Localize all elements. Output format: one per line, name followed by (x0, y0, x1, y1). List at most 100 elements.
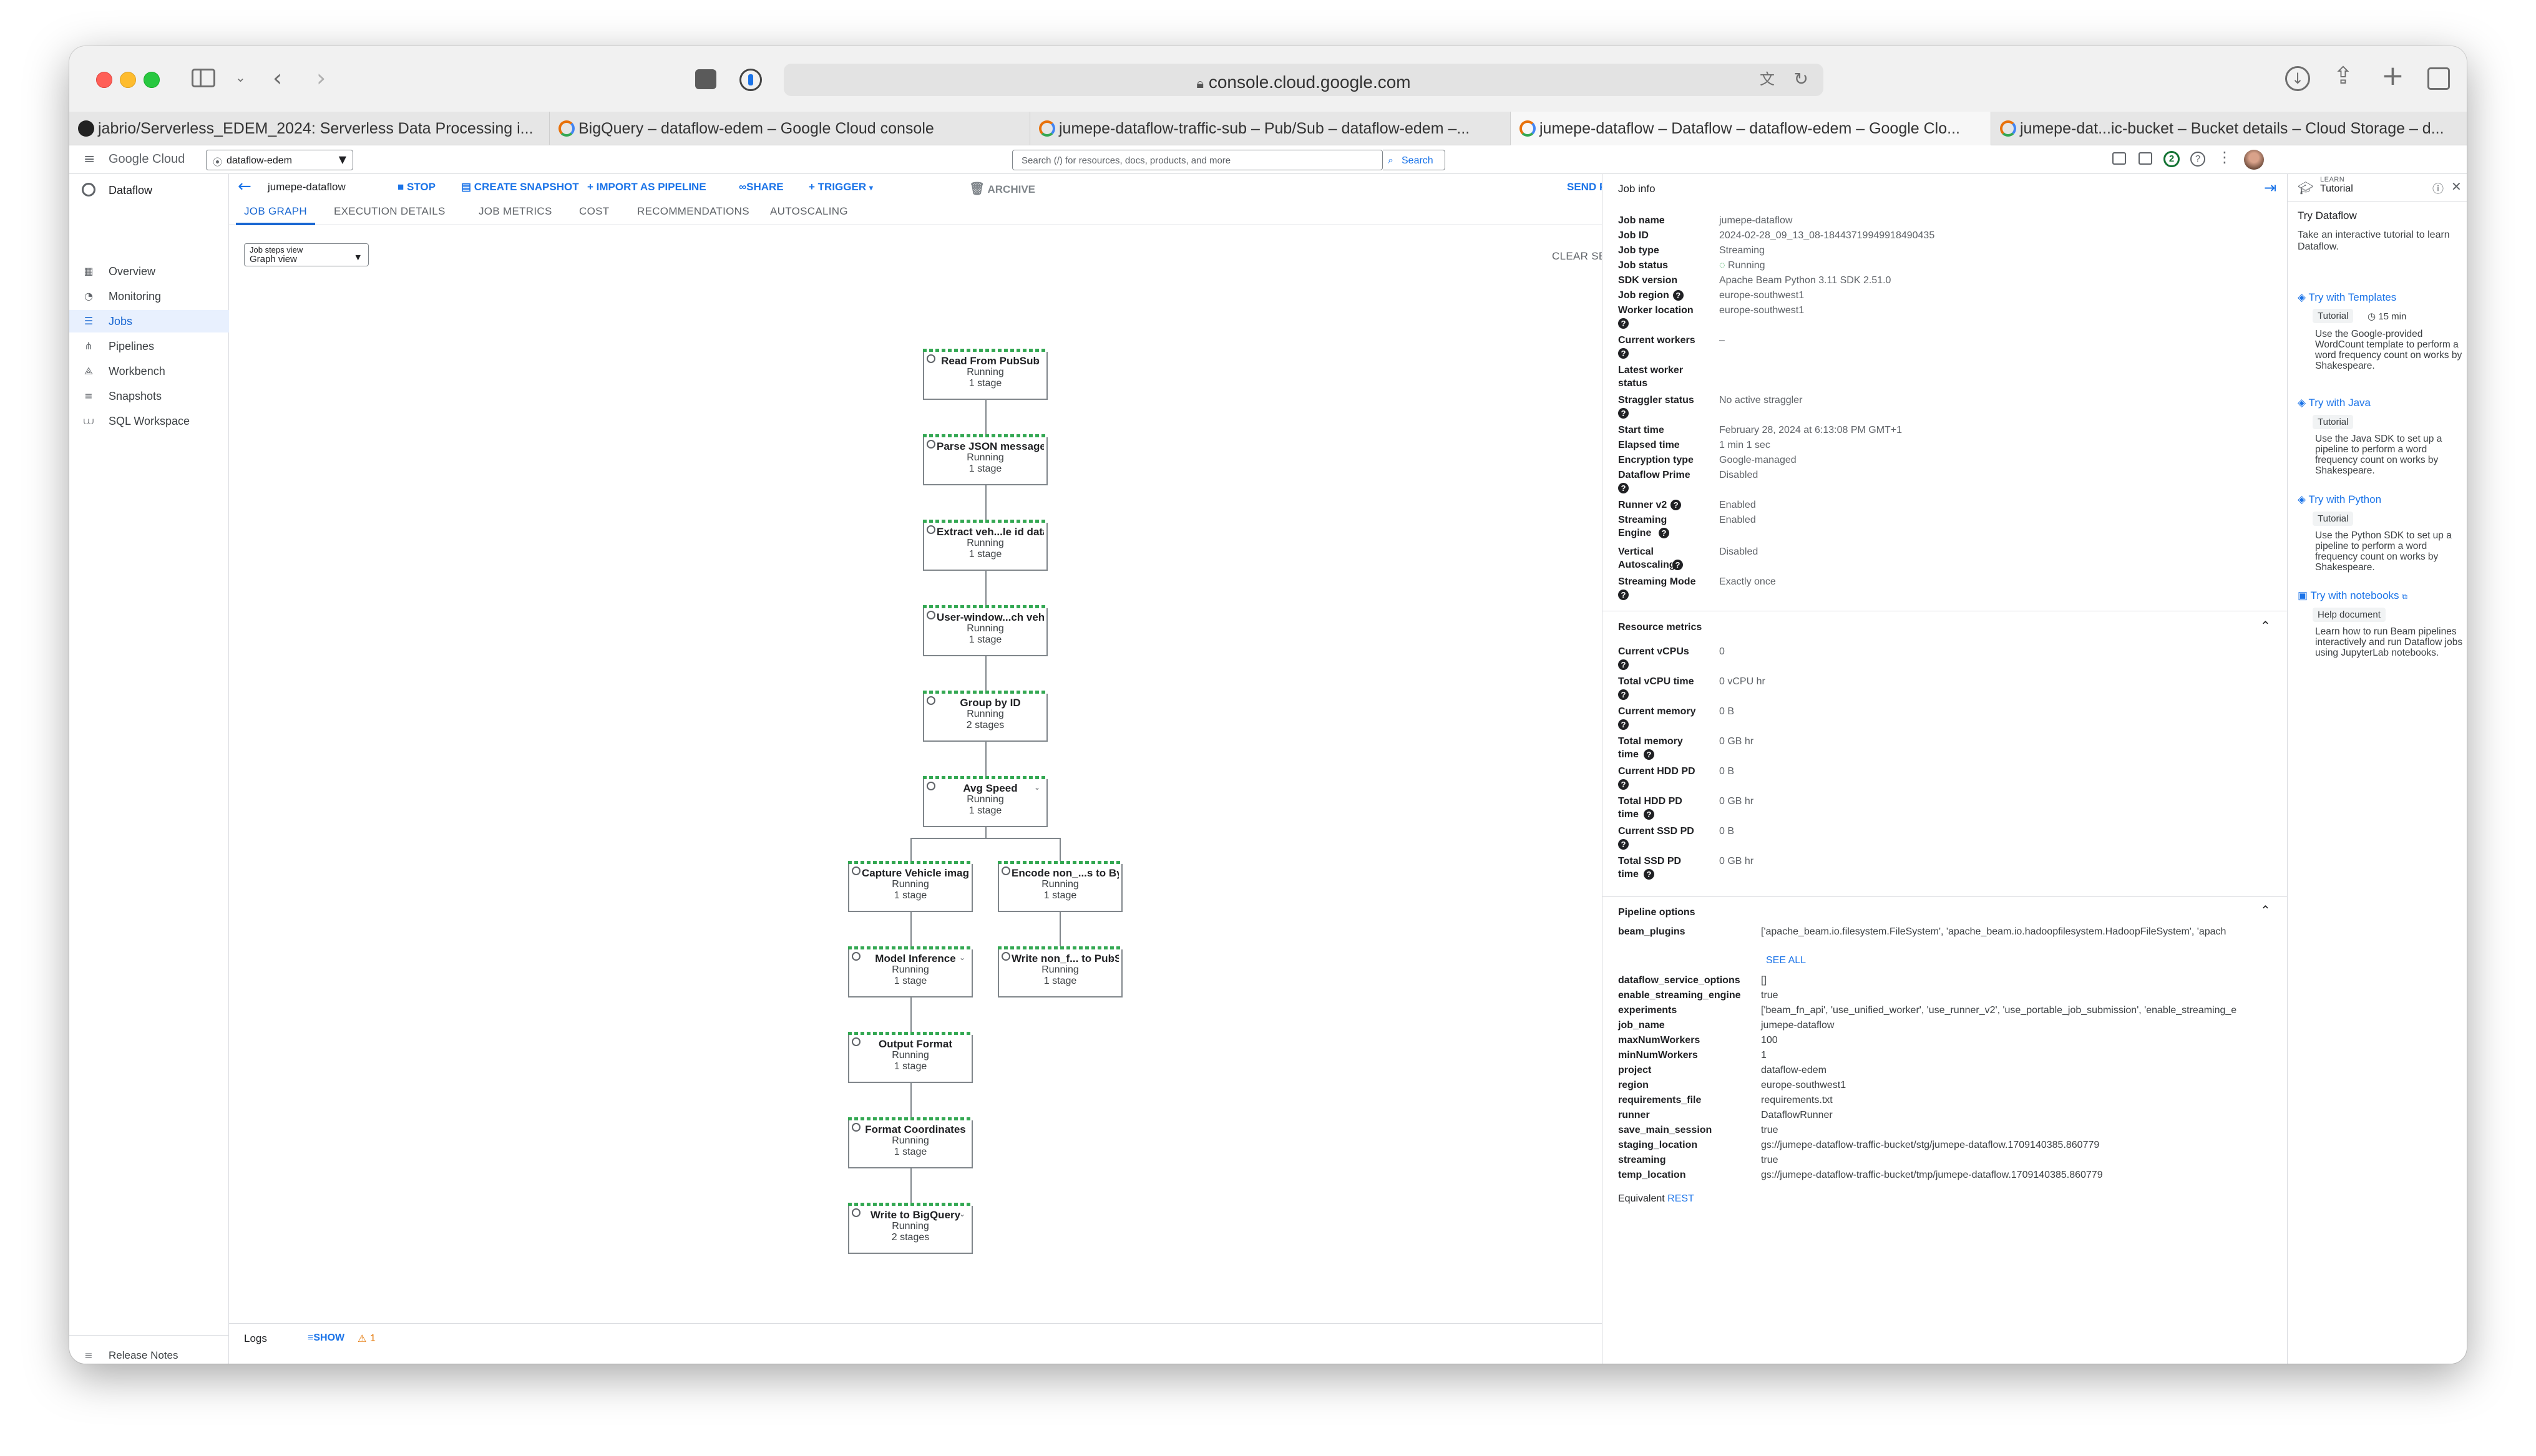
chevron-down-icon[interactable]: ⌄ (959, 1210, 965, 1218)
graph-step-output-format[interactable]: Output Format Running 1 stage (848, 1032, 973, 1083)
help-icon[interactable]: ? (1618, 408, 1629, 419)
downloads-icon[interactable]: ↓ (2285, 66, 2310, 91)
tab-job-graph[interactable]: JOB GRAPH (244, 205, 307, 218)
tab-autoscaling[interactable]: AUTOSCALING (770, 205, 848, 218)
try-java-link[interactable]: ◈ Try with Java (2298, 397, 2371, 409)
notifications-badge[interactable]: 2 (2163, 151, 2180, 167)
job-steps-view-select[interactable]: Job steps view Graph view ▼ (244, 243, 369, 266)
chevron-down-icon[interactable]: ⌄ (1034, 356, 1040, 364)
main-menu-icon[interactable]: ≡ (84, 152, 95, 167)
graph-step-model-inference[interactable]: Model Inference ⌄ Running 1 stage (848, 946, 973, 997)
browser-tab[interactable]: jumepe-dataflow-traffic-sub – Pub/Sub – … (1030, 112, 1511, 145)
graph-step-avg-speed[interactable]: Avg Speed ⌄ Running 1 stage (923, 776, 1048, 827)
close-window-button[interactable] (96, 72, 112, 88)
collapse-section-icon[interactable]: ⌃ (2260, 618, 2271, 634)
help-icon[interactable]: ? (1670, 500, 1682, 511)
chevron-down-icon[interactable]: ⌄ (1034, 783, 1040, 792)
collapse-panel-icon[interactable]: ⇥ (2264, 179, 2276, 197)
warning-icon[interactable]: ⚠ (358, 1332, 366, 1345)
reload-icon[interactable]: ↻ (1794, 70, 1808, 88)
release-notes-link[interactable]: ≡ Release Notes (69, 1344, 229, 1364)
nav-item-jobs[interactable]: ☰ Jobs (69, 310, 229, 332)
graph-step-write-to-pubsub[interactable]: Write non_f... to PubSub ⌄ Running 1 sta… (998, 946, 1123, 997)
google-cloud-logo[interactable]: Google Cloud (109, 152, 185, 167)
help-icon[interactable]: ? (1618, 719, 1629, 730)
info-icon[interactable]: ⓘ (2432, 180, 2444, 197)
search-input[interactable]: Search (/) for resources, docs, products… (1012, 150, 1383, 170)
chevron-down-icon[interactable]: ⌄ (1109, 953, 1115, 962)
try-python-link[interactable]: ◈ Try with Python (2298, 493, 2381, 506)
graph-step-read-from-pubsub[interactable]: Read From PubSub ⌄ Running 1 stage (923, 349, 1048, 400)
help-icon[interactable]: ? (1644, 809, 1654, 820)
help-icon[interactable]: ? (1644, 749, 1654, 760)
tab-recommendations[interactable]: RECOMMENDATIONS (637, 205, 749, 218)
collapse-section-icon[interactable]: ⌃ (2260, 903, 2271, 918)
help-icon[interactable]: ? (1618, 348, 1629, 359)
help-icon[interactable]: ? (1618, 318, 1629, 329)
sidebar-toggle-icon[interactable] (192, 69, 215, 87)
translate-icon[interactable]: 文 (1760, 72, 1775, 87)
browser-tab[interactable]: jabrio/Serverless_EDEM_2024: Serverless … (69, 112, 550, 145)
graph-step-capture-vehicle-image[interactable]: Capture Vehicle image Running 1 stage (848, 861, 973, 912)
zoom-window-button[interactable] (144, 72, 160, 88)
stop-button[interactable]: ■ STOP (397, 181, 436, 193)
gift-icon[interactable] (2112, 152, 2126, 165)
minimize-window-button[interactable] (120, 72, 136, 88)
help-icon[interactable]: ? (2190, 152, 2205, 167)
project-picker[interactable]: ⦿ dataflow-edem ▼ (206, 150, 353, 170)
password-extension-icon[interactable] (739, 69, 762, 91)
back-arrow-icon[interactable]: ← (238, 177, 251, 196)
tab-cost[interactable]: COST (579, 205, 609, 218)
tab-execution-details[interactable]: EXECUTION DETAILS (334, 205, 446, 218)
graph-step-write-to-bigquery[interactable]: Write to BigQuery ⌄ Running 2 stages (848, 1203, 973, 1254)
graph-step-group-by-id[interactable]: Group by ID Running 2 stages (923, 691, 1048, 742)
help-icon[interactable]: ? (1618, 779, 1629, 790)
more-options-icon[interactable]: ⋮ (2217, 148, 2232, 166)
help-icon[interactable]: ? (1659, 528, 1669, 538)
logs-show-button[interactable]: ≡SHOW (308, 1332, 344, 1344)
cloud-shell-icon[interactable] (2139, 152, 2152, 165)
help-icon[interactable]: ? (1618, 689, 1629, 700)
forward-icon[interactable]: › (316, 66, 326, 90)
try-notebooks-link[interactable]: ▣ Try with notebooks ⧉ (2298, 590, 2407, 602)
chevron-down-icon[interactable]: ⌄ (959, 953, 965, 962)
browser-tab-active[interactable]: jumepe-dataflow – Dataflow – dataflow-ed… (1511, 112, 1991, 145)
search-button[interactable]: ⌕ Search (1383, 150, 1445, 170)
browser-tab[interactable]: BigQuery – dataflow-edem – Google Cloud … (550, 112, 1030, 145)
nav-item-overview[interactable]: ▦ Overview (69, 260, 229, 283)
try-templates-link[interactable]: ◈ Try with Templates (2298, 291, 2396, 304)
back-icon[interactable]: ‹ (273, 66, 282, 90)
rest-link[interactable]: REST (1667, 1193, 1694, 1204)
tab-overview-icon[interactable] (2427, 67, 2450, 90)
extension-icon[interactable] (695, 69, 716, 89)
address-bar[interactable]: 🔒︎ console.cloud.google.com 文 ↻ (784, 64, 1823, 96)
graph-step-format-coordinates[interactable]: Format Coordinates Running 1 stage (848, 1117, 973, 1168)
archive-button[interactable]: 🗑︎ ARCHIVE (969, 181, 1035, 197)
help-icon[interactable]: ? (1618, 590, 1629, 600)
new-tab-icon[interactable]: + (2381, 62, 2404, 90)
tab-job-metrics[interactable]: JOB METRICS (479, 205, 552, 218)
graph-step-parse-json[interactable]: Parse JSON messages Running 1 stage (923, 434, 1048, 485)
nav-item-sql-workspace[interactable]: ⩊ SQL Workspace (69, 410, 229, 432)
close-icon[interactable]: ✕ (2451, 179, 2462, 195)
help-icon[interactable]: ? (1672, 560, 1683, 570)
share-button[interactable]: ∞SHARE (739, 181, 784, 193)
share-icon[interactable]: ⇪ (2333, 64, 2353, 87)
nav-item-snapshots[interactable]: ≡ Snapshots (69, 385, 229, 407)
chevron-down-icon[interactable]: ⌄ (235, 71, 246, 84)
nav-item-monitoring[interactable]: ◔ Monitoring (69, 285, 229, 308)
graph-step-user-window[interactable]: User-window...ch vehicle Running 1 stage (923, 605, 1048, 656)
see-all-link[interactable]: SEE ALL (1766, 955, 1806, 966)
help-icon[interactable]: ? (1618, 659, 1629, 670)
import-as-pipeline-button[interactable]: + IMPORT AS PIPELINE (587, 181, 706, 193)
help-icon[interactable]: ? (1672, 290, 1684, 301)
create-snapshot-button[interactable]: ▤ CREATE SNAPSHOT (461, 181, 579, 193)
help-icon[interactable]: ? (1644, 869, 1654, 880)
help-icon[interactable]: ? (1618, 839, 1629, 850)
nav-item-pipelines[interactable]: ⋔ Pipelines (69, 335, 229, 357)
graph-step-encode-to-bytes[interactable]: Encode non_...s to Bytes Running 1 stage (998, 861, 1123, 912)
graph-step-extract-vehicle-id[interactable]: Extract veh...le id data Running 1 stage (923, 520, 1048, 571)
nav-item-workbench[interactable]: ⟁ Workbench (69, 360, 229, 382)
help-icon[interactable]: ? (1618, 483, 1629, 493)
avatar[interactable] (2244, 150, 2264, 170)
